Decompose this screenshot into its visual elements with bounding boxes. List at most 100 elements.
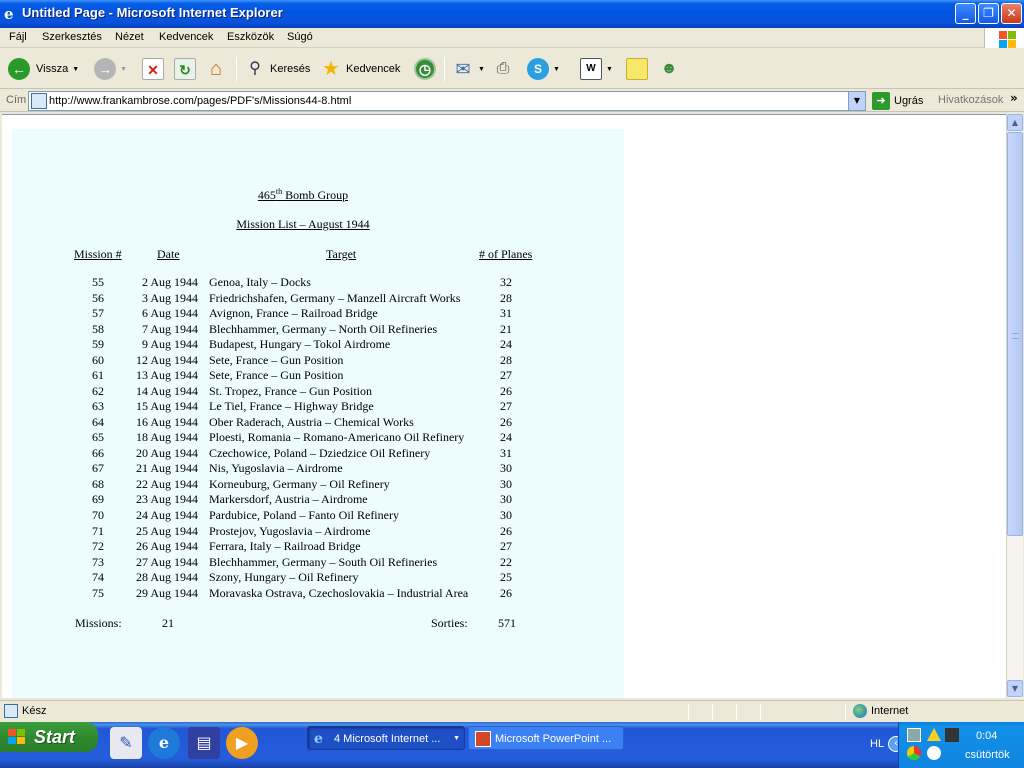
status-divider (712, 704, 713, 720)
address-input[interactable]: http://www.frankambrose.com/pages/PDF's/… (28, 91, 866, 111)
menu-view[interactable]: Nézet (115, 31, 144, 43)
home-button[interactable]: ⌂ (205, 55, 227, 83)
start-label: Start (34, 727, 76, 747)
word-document-icon: W (580, 58, 602, 80)
start-button[interactable]: Start (0, 722, 98, 752)
printer-icon: ⎙ (496, 60, 510, 77)
language-indicator[interactable]: HL (870, 738, 884, 750)
list-title: Mission List – August 1944 (236, 217, 370, 231)
back-button[interactable]: ← Vissza ▼ (8, 55, 79, 83)
mission-date: 29 Aug 1944 (135, 585, 198, 600)
app-tray-icon[interactable] (945, 728, 959, 742)
page-viewport: 465th Bomb Group Mission List – August 1… (2, 114, 1006, 698)
search-button[interactable]: ⚲ Keresés (244, 55, 310, 83)
mission-number: 71 (92, 523, 104, 538)
mail-dropdown-icon[interactable]: ▼ (478, 66, 485, 73)
mission-date: 25 Aug 1944 (135, 523, 198, 538)
close-button[interactable]: ✕ (1001, 3, 1022, 24)
messenger-button[interactable]: ☻ (658, 55, 680, 83)
mission-target: Budapest, Hungary – Tokol Airdrome (209, 337, 391, 352)
mission-date: 26 Aug 1944 (135, 539, 198, 553)
mail-button[interactable]: ✉ ▼ (452, 55, 485, 83)
menu-file[interactable]: Fájl (9, 31, 27, 43)
mission-row: 62 14 Aug 1944 St. Tropez, France – Gun Po… (12, 384, 624, 399)
go-arrow-icon: ➔ (872, 92, 890, 110)
forward-button[interactable]: → ▼ (94, 55, 127, 83)
mission-date: 7 Aug 1944 (141, 321, 198, 336)
menu-favorites[interactable]: Kedvencek (159, 31, 213, 43)
edit-dropdown-icon[interactable]: ▼ (606, 66, 613, 73)
task-internet-explorer[interactable]: e 4 Microsoft Internet ... ▼ (307, 726, 465, 750)
forward-dropdown-icon[interactable]: ▼ (120, 66, 127, 73)
address-dropdown-button[interactable]: ▼ (848, 92, 865, 110)
mission-number: 62 (92, 383, 104, 398)
browser-window: e Untitled Page - Microsoft Internet Exp… (0, 0, 1024, 722)
menu-tools[interactable]: Eszközök (227, 31, 274, 43)
refresh-button[interactable]: ↻ (174, 55, 196, 83)
mission-planes: 25 (500, 570, 512, 585)
mission-target: Moravaska Ostrava, Czechoslovakia – Indu… (209, 585, 469, 600)
history-button[interactable]: ◷ (414, 55, 436, 83)
skype-dropdown-icon[interactable]: ▼ (553, 66, 560, 73)
menu-edit[interactable]: Szerkesztés (42, 31, 102, 43)
network-tray-icon[interactable] (907, 728, 921, 742)
mission-document: 465th Bomb Group Mission List – August 1… (12, 129, 624, 698)
stop-icon: ✕ (142, 58, 164, 80)
header-planes: # of Planes (479, 247, 533, 261)
mission-target: Genoa, Italy – Docks (209, 275, 311, 289)
mission-target: Ferrara, Italy – Railroad Bridge (209, 539, 361, 553)
scroll-thumb[interactable] (1007, 132, 1023, 536)
mission-row: 61 13 Aug 1944 Sete, France – Gun Position… (12, 368, 624, 383)
chrome-tray-icon[interactable] (907, 746, 921, 760)
mission-target: Blechhammer, Germany – North Oil Refiner… (209, 321, 438, 336)
links-label[interactable]: Hivatkozások (938, 94, 1003, 106)
mission-target: Korneuburg, Germany – Oil Refinery (209, 476, 390, 491)
task-group-dropdown-icon[interactable]: ▼ (453, 727, 460, 749)
mission-number: 67 (92, 461, 104, 476)
mission-target: Sete, France – Gun Position (209, 368, 344, 383)
back-dropdown-icon[interactable]: ▼ (72, 66, 79, 73)
mission-target: Markersdorf, Austria – Airdrome (209, 492, 368, 507)
mission-target: Ober Raderach, Austria – Chemical Works (209, 414, 414, 429)
mission-row: 59 9 Aug 1944 Budapest, Hungary – Tokol Ai… (12, 337, 624, 352)
task-powerpoint[interactable]: Microsoft PowerPoint ... (468, 726, 624, 750)
back-arrow-icon: ← (8, 58, 30, 80)
favorites-button[interactable]: ★ Kedvencek (320, 55, 400, 83)
quicklaunch-media-icon[interactable]: ▤ (188, 727, 220, 759)
mission-date: 16 Aug 1944 (135, 414, 198, 429)
go-button[interactable]: ➔ Ugrás (872, 92, 923, 110)
header-target: Target (326, 247, 357, 261)
quicklaunch-ie-icon[interactable]: e (148, 727, 180, 759)
skype-button[interactable]: S ▼ (527, 55, 560, 83)
powerpoint-task-icon (475, 731, 491, 747)
mission-date: 14 Aug 1944 (135, 383, 198, 398)
scroll-up-button[interactable]: ▲ (1007, 114, 1023, 131)
quicklaunch-player-icon[interactable]: ▶ (226, 727, 258, 759)
warning-tray-icon[interactable] (927, 728, 941, 741)
clock-time[interactable]: 0:04 (976, 730, 997, 742)
vertical-scrollbar[interactable]: ▲ ▼ (1006, 114, 1023, 698)
mission-row: 72 26 Aug 1944 Ferrara, Italy – Railroad B… (12, 539, 624, 554)
mission-date: 20 Aug 1944 (135, 445, 198, 460)
address-bar: Cím http://www.frankambrose.com/pages/PD… (0, 90, 1024, 112)
scroll-down-button[interactable]: ▼ (1007, 680, 1023, 697)
mission-planes: 26 (500, 414, 512, 429)
edit-word-button[interactable]: W ▼ (580, 55, 613, 83)
mission-row: 70 24 Aug 1944 Pardubice, Poland – Fanto O… (12, 508, 624, 523)
minimize-button[interactable]: _ (955, 3, 976, 24)
title-bar[interactable]: e Untitled Page - Microsoft Internet Exp… (0, 0, 1024, 28)
quicklaunch-desktop-icon[interactable]: ✎ (110, 727, 142, 759)
stop-button[interactable]: ✕ (142, 55, 164, 83)
chevron-right-icon[interactable]: » (1010, 91, 1018, 105)
mission-row: 58 7 Aug 1944 Blechhammer, Germany – North… (12, 322, 624, 337)
status-divider (688, 704, 689, 720)
messenger-tray-icon[interactable] (927, 746, 941, 760)
note-button[interactable] (626, 55, 648, 83)
mission-row: 66 20 Aug 1944 Czechowice, Poland – Dziedz… (12, 446, 624, 461)
maximize-button[interactable]: ❐ (978, 3, 999, 24)
header-mission: Mission # (74, 247, 122, 261)
menu-help[interactable]: Súgó (287, 31, 313, 43)
mission-number: 57 (92, 306, 104, 321)
print-button[interactable]: ⎙ (492, 55, 514, 83)
task-ie-label: 4 Microsoft Internet ... (334, 733, 441, 745)
